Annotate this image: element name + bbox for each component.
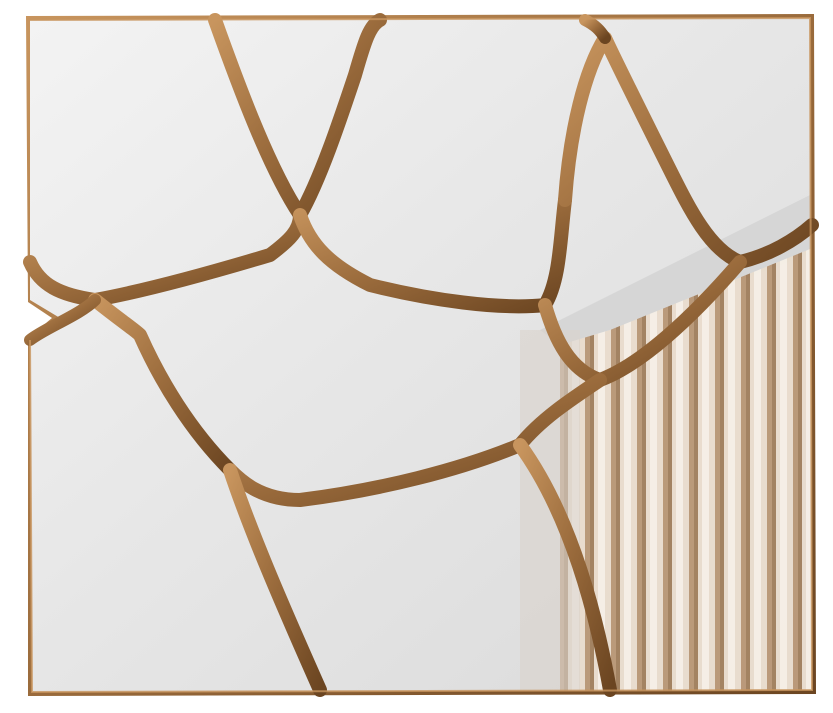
- mirror-illustration: [0, 0, 833, 713]
- reflection-shadow: [520, 330, 580, 692]
